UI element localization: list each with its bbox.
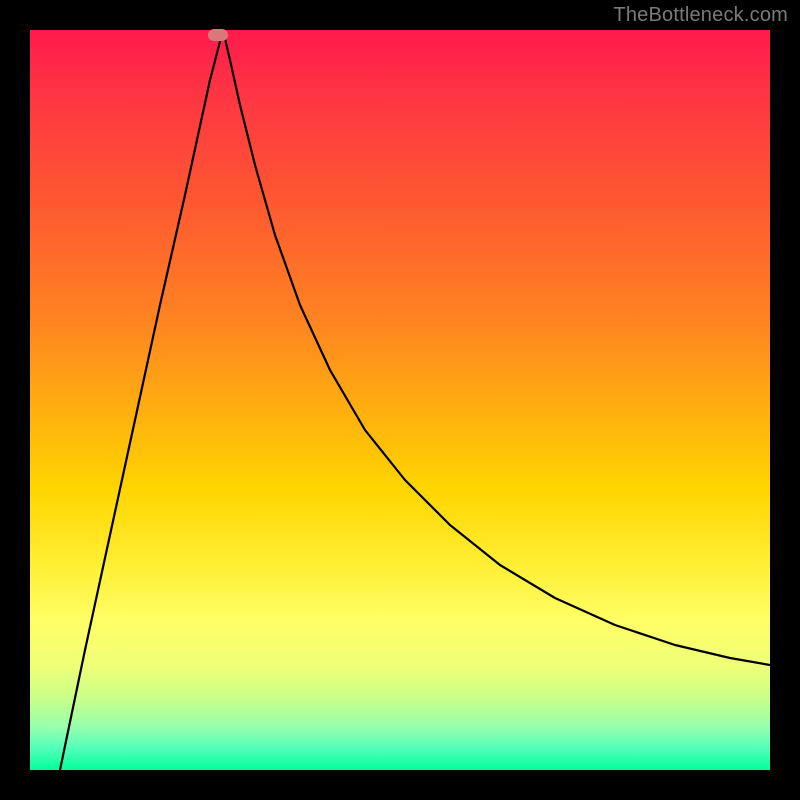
curve-path (60, 30, 770, 770)
watermark-text: TheBottleneck.com (613, 4, 788, 27)
plot-area (30, 30, 770, 770)
bottleneck-curve (30, 30, 770, 770)
chart-frame: TheBottleneck.com (0, 0, 800, 800)
optimal-point-marker (208, 29, 228, 41)
